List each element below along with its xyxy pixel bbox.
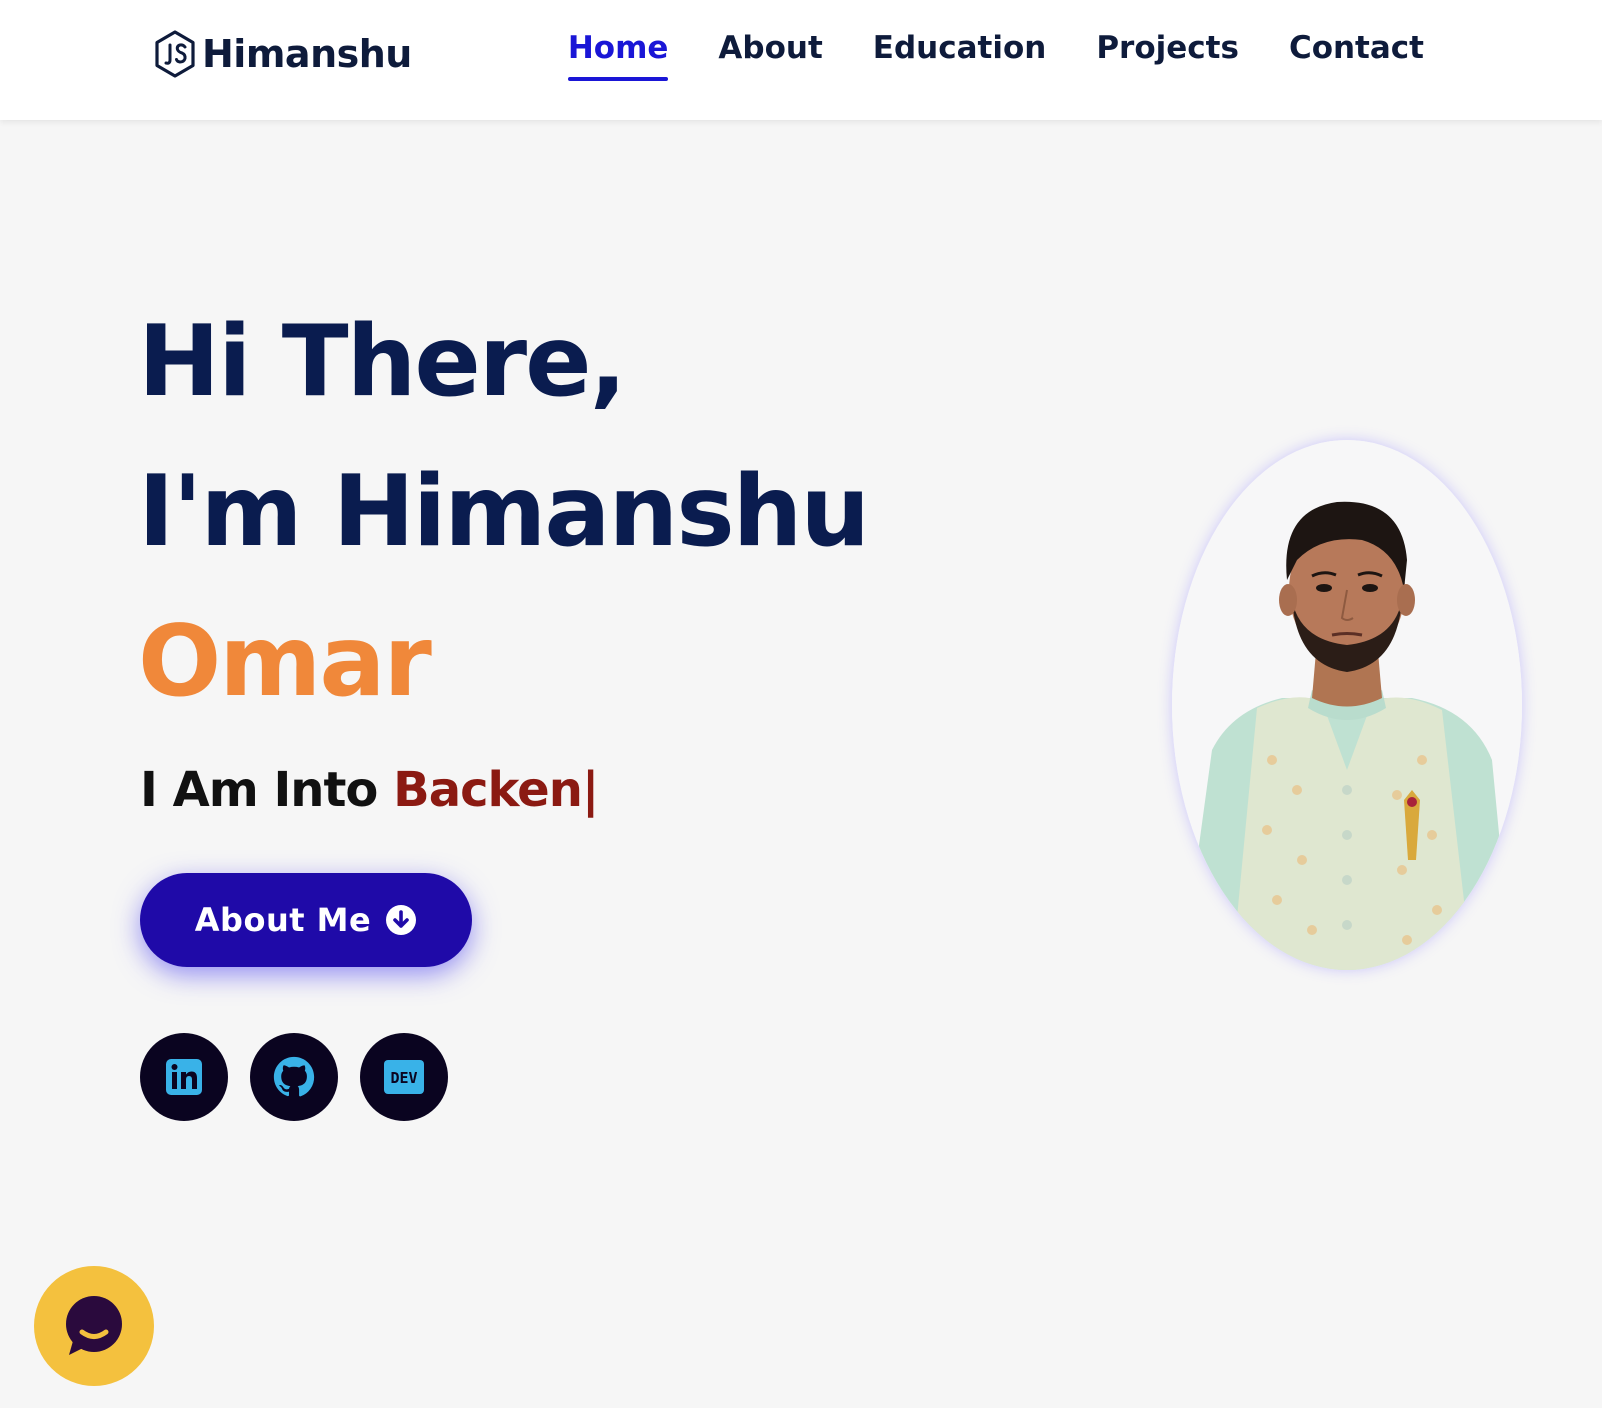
- typing-typed: Backen: [393, 762, 583, 818]
- github-link[interactable]: [250, 1033, 338, 1121]
- typing-prefix: I Am Into: [140, 762, 394, 818]
- dev-icon: DEV: [384, 1060, 424, 1094]
- github-icon: [273, 1056, 315, 1097]
- nav-contact[interactable]: Contact: [1289, 30, 1424, 79]
- chat-widget-button[interactable]: [34, 1266, 154, 1386]
- arrow-down-circle-icon: [386, 905, 417, 935]
- nav-home[interactable]: Home: [567, 30, 668, 82]
- profile-photo: [1172, 440, 1522, 970]
- nav-about[interactable]: About: [718, 30, 822, 79]
- about-me-label: About Me: [194, 901, 372, 939]
- hero-intro: I'm Himanshu: [138, 455, 870, 569]
- hero-greeting: Hi There,: [138, 305, 627, 419]
- main-nav: Home About Education Projects Contact: [567, 30, 1424, 82]
- dev-link[interactable]: DEV: [360, 1033, 448, 1121]
- logo-link[interactable]: Himanshu: [154, 26, 412, 82]
- chat-bubble-icon: [66, 1296, 122, 1355]
- linkedin-link[interactable]: [140, 1033, 228, 1121]
- social-links: DEV: [140, 1033, 448, 1121]
- hero-surname: Omar: [138, 605, 432, 719]
- linkedin-icon: [166, 1059, 202, 1095]
- js-hexagon-icon: [155, 30, 195, 78]
- profile-illustration: [1172, 440, 1522, 970]
- nav-projects[interactable]: Projects: [1096, 30, 1239, 79]
- about-me-button[interactable]: About Me: [140, 873, 472, 967]
- typing-caret: |: [581, 762, 600, 818]
- nav-education[interactable]: Education: [873, 30, 1047, 79]
- logo-text: Himanshu: [202, 32, 412, 76]
- site-header: Himanshu Home About Education Projects C…: [0, 0, 1602, 120]
- dev-icon-label: DEV: [390, 1069, 417, 1087]
- typing-text: I Am Into Backen|: [140, 766, 599, 814]
